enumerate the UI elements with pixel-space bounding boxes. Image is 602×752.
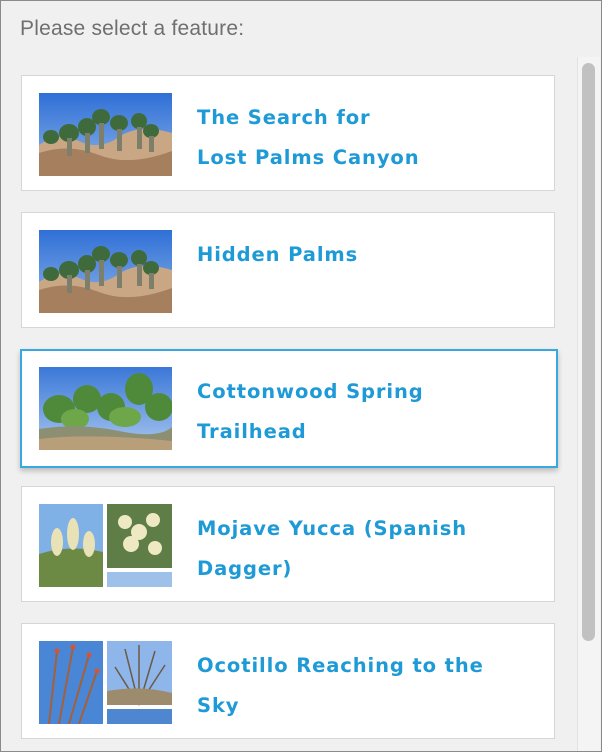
feature-title: Ocotillo Reaching to the Sky: [197, 654, 484, 717]
feature-card-mojave-yucca[interactable]: Mojave Yucca (Spanish Dagger): [21, 486, 555, 602]
feature-card-hidden-palms[interactable]: Hidden Palms: [21, 212, 555, 328]
feature-title: Cottonwood Spring Trailhead: [197, 380, 424, 443]
feature-card-lost-palms[interactable]: The Search for Lost Palms Canyon: [21, 75, 555, 191]
feature-title: The Search for Lost Palms Canyon: [197, 106, 420, 169]
feature-picker-panel: Please select a feature: The Search for …: [0, 0, 602, 752]
vertical-scrollbar[interactable]: [577, 57, 600, 751]
yucca-collage-thumbnail: [39, 504, 172, 587]
feature-title: Hidden Palms: [197, 243, 359, 266]
feature-title: Mojave Yucca (Spanish Dagger): [197, 517, 468, 580]
feature-list: The Search for Lost Palms Canyon Hidden …: [1, 1, 576, 751]
feature-card-cottonwood-spring[interactable]: Cottonwood Spring Trailhead: [20, 349, 558, 468]
cottonwood-photo-thumbnail: [39, 367, 172, 450]
palms-photo-thumbnail: [39, 230, 172, 313]
palms-photo-thumbnail: [39, 93, 172, 176]
ocotillo-collage-thumbnail: [39, 641, 172, 724]
scrollbar-thumb[interactable]: [582, 63, 595, 641]
feature-card-ocotillo[interactable]: Ocotillo Reaching to the Sky: [21, 623, 555, 739]
